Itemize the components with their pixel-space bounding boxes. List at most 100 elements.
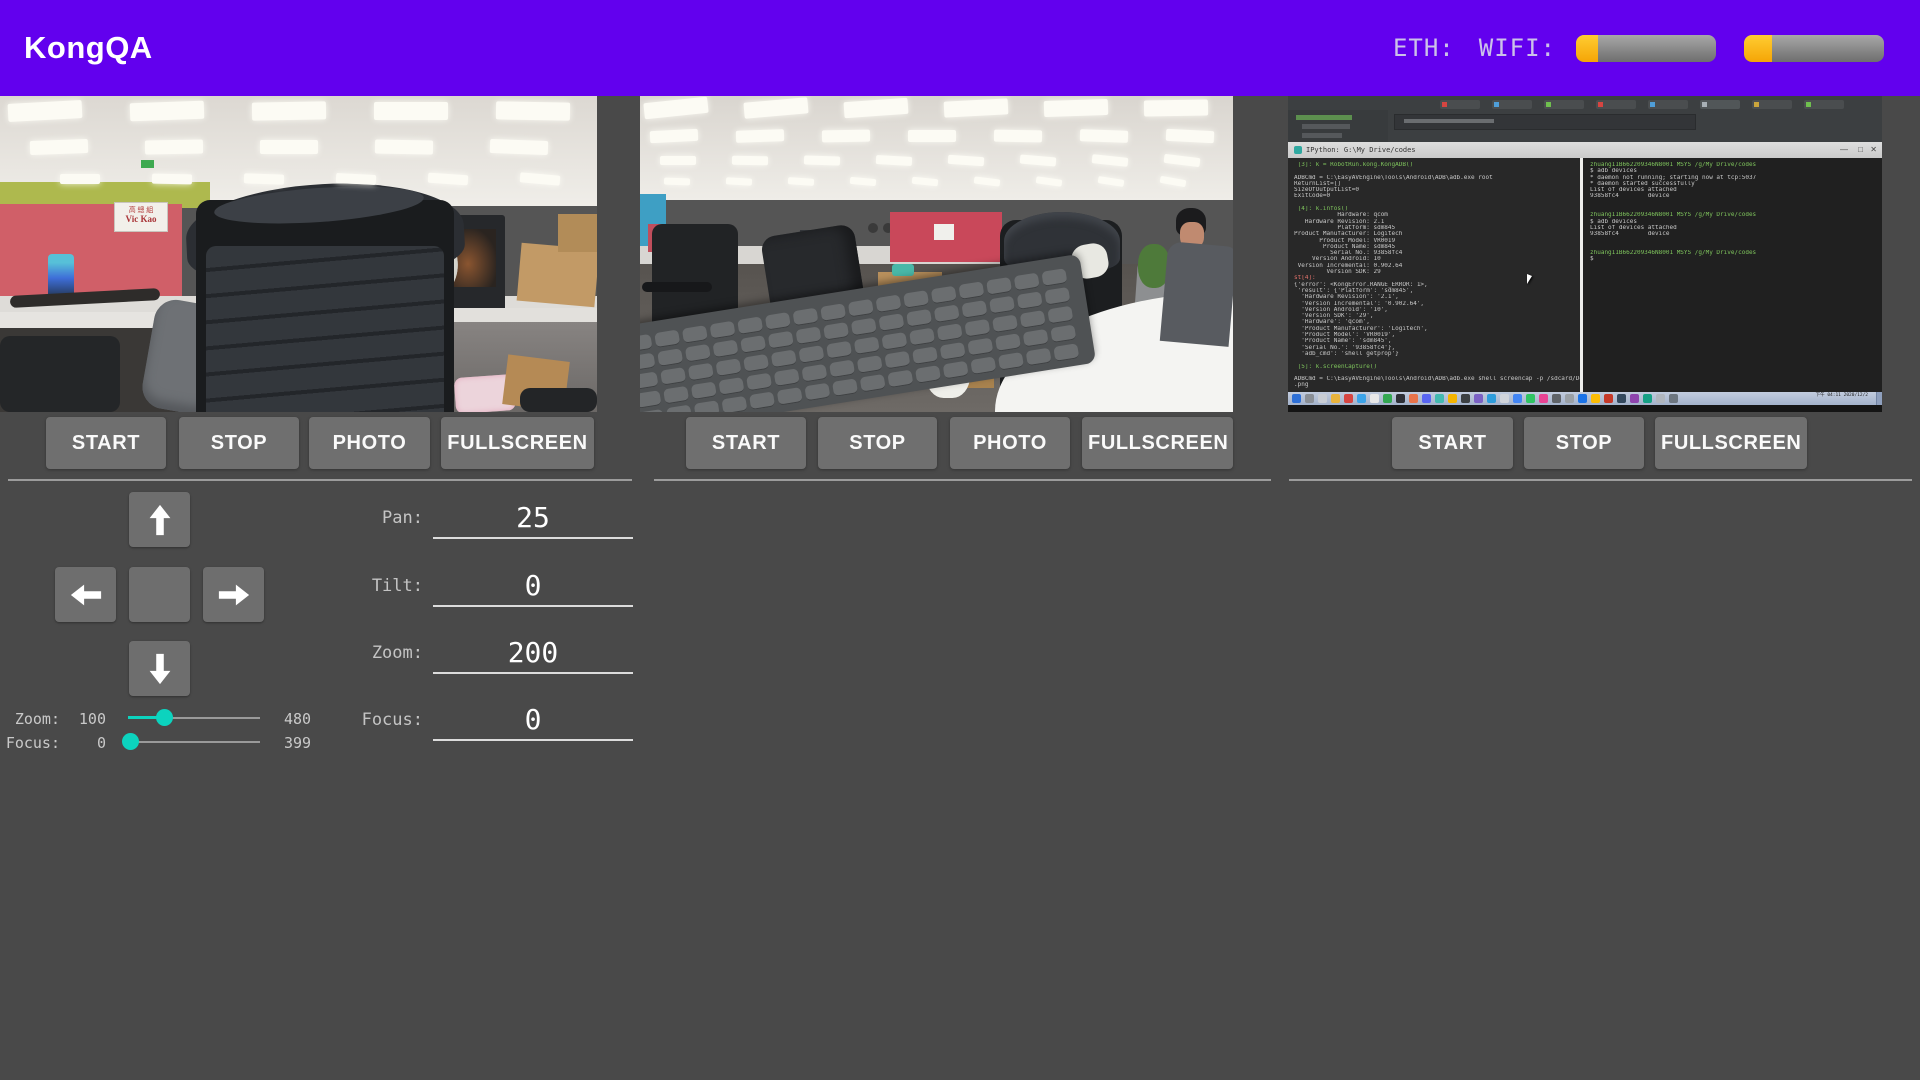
keyboard-key — [931, 286, 957, 305]
keyboard-key — [937, 323, 963, 342]
camera3-start-button[interactable]: START — [1392, 417, 1513, 469]
keyboard-key — [1041, 268, 1067, 287]
taskbar-icon[interactable] — [1552, 394, 1561, 403]
focus-slider-track[interactable] — [128, 741, 260, 743]
taskbar-icon[interactable] — [1591, 394, 1600, 403]
taskbar-icon[interactable] — [1604, 394, 1613, 403]
taskbar-icon[interactable] — [1526, 394, 1535, 403]
app-root: KongQA ETH: WIFI: 高 總 組 Vic Kao — [0, 0, 1920, 1080]
windows-taskbar: 下午 04:11 2020/12/2 — [1288, 392, 1882, 405]
taskbar-icon[interactable] — [1318, 394, 1327, 403]
ide-file-tab — [1804, 100, 1844, 109]
taskbar-icon[interactable] — [1357, 394, 1366, 403]
camera2-start-button[interactable]: START — [686, 417, 806, 469]
tilt-field[interactable]: 0 — [433, 569, 633, 607]
camera2-photo-button[interactable]: PHOTO — [950, 417, 1070, 469]
camera3-fullscreen-button[interactable]: FULLSCREEN — [1655, 417, 1807, 469]
ptz-center-button[interactable] — [129, 567, 190, 622]
keyboard-key — [777, 387, 803, 406]
taskbar-clock: 下午 04:11 2020/12/2 — [1816, 393, 1868, 399]
keyboard-key — [998, 352, 1024, 371]
taskbar-icon[interactable] — [1344, 394, 1353, 403]
ide-file-tab — [1752, 100, 1792, 109]
camera2-stop-button[interactable]: STOP — [818, 417, 937, 469]
pan-field[interactable]: 25 — [433, 501, 633, 539]
console-line: $ — [1590, 256, 1882, 262]
keyboard-key — [640, 371, 659, 390]
focus-slider-thumb[interactable] — [122, 733, 139, 750]
taskbar-icon[interactable] — [1643, 394, 1652, 403]
keyboard-key — [688, 363, 714, 382]
ceiling-light — [130, 101, 205, 122]
taskbar-icon[interactable] — [1292, 394, 1301, 403]
zoom-field[interactable]: 200 — [433, 636, 633, 674]
focus-field[interactable]: 0 — [433, 703, 633, 741]
taskbar-icon[interactable] — [1617, 394, 1626, 403]
keyboard-key — [660, 367, 686, 386]
ceiling-light — [152, 174, 192, 185]
camera1-fullscreen-button[interactable]: FULLSCREEN — [441, 417, 594, 469]
ceiling-light — [944, 98, 1009, 117]
close-button[interactable]: ✕ — [1870, 145, 1877, 154]
minimize-button[interactable]: — — [1840, 145, 1848, 154]
ceiling-light — [726, 177, 752, 185]
ide-project-panel — [1288, 110, 1388, 142]
camera1-photo-button[interactable]: PHOTO — [309, 417, 430, 469]
taskbar-icon[interactable] — [1331, 394, 1340, 403]
keyboard-key — [640, 390, 662, 409]
maximize-button[interactable]: □ — [1858, 145, 1863, 154]
taskbar-icon[interactable] — [1461, 394, 1470, 403]
pan-left-button[interactable] — [55, 567, 116, 622]
taskbar-icon[interactable] — [1305, 394, 1314, 403]
taskbar-icon[interactable] — [1487, 394, 1496, 403]
keyboard-key — [798, 345, 824, 364]
taskbar-icon[interactable] — [1513, 394, 1522, 403]
black-chair-left — [0, 336, 120, 412]
ide-file-tab — [1700, 100, 1740, 109]
keyboard-key — [829, 360, 855, 379]
keyboard-key — [967, 338, 993, 357]
taskbar-icon[interactable] — [1435, 394, 1444, 403]
taskbar-icon[interactable] — [1656, 394, 1665, 403]
zoom-slider-thumb[interactable] — [156, 709, 173, 726]
keyboard-key — [715, 358, 741, 377]
taskbar-icon[interactable] — [1370, 394, 1379, 403]
camera1-start-button[interactable]: START — [46, 417, 166, 469]
pan-up-button[interactable] — [129, 492, 190, 547]
keyboard-key — [771, 350, 797, 369]
pan-down-button[interactable] — [129, 641, 190, 696]
arrow-up-icon — [145, 503, 175, 537]
red-partition — [890, 212, 1002, 262]
camera1-stop-button[interactable]: STOP — [179, 417, 299, 469]
camera2-fullscreen-button[interactable]: FULLSCREEN — [1082, 417, 1233, 469]
taskbar-icon[interactable] — [1474, 394, 1483, 403]
keyboard-key — [792, 308, 818, 327]
tree-row — [1302, 124, 1350, 129]
taskbar-icon[interactable] — [1565, 394, 1574, 403]
keyboard-key — [657, 348, 683, 367]
keyboard-key — [1044, 287, 1070, 306]
pan-right-button[interactable] — [203, 567, 264, 622]
taskbar-icon[interactable] — [1409, 394, 1418, 403]
file-type-icon — [1702, 102, 1707, 107]
ceiling-light — [1044, 99, 1109, 117]
keyboard-key — [654, 330, 680, 349]
taskbar-icon[interactable] — [1396, 394, 1405, 403]
ceiling-light — [660, 156, 696, 165]
taskbar-icon[interactable] — [1422, 394, 1431, 403]
taskbar-icon[interactable] — [1669, 394, 1678, 403]
keyboard-key — [804, 383, 830, 402]
file-type-icon — [1650, 102, 1655, 107]
panel3-divider — [1289, 479, 1912, 481]
nameplate: 高 總 組 Vic Kao — [114, 202, 168, 232]
taskbar-icon[interactable] — [1383, 394, 1392, 403]
keyboard-key — [934, 304, 960, 323]
taskbar-icon[interactable] — [1500, 394, 1509, 403]
keyboard-key — [961, 300, 987, 319]
taskbar-icon[interactable] — [1578, 394, 1587, 403]
camera3-stop-button[interactable]: STOP — [1524, 417, 1644, 469]
taskbar-icon[interactable] — [1539, 394, 1548, 403]
taskbar-icon[interactable] — [1448, 394, 1457, 403]
taskbar-icon[interactable] — [1630, 394, 1639, 403]
keyboard-key — [640, 409, 664, 412]
